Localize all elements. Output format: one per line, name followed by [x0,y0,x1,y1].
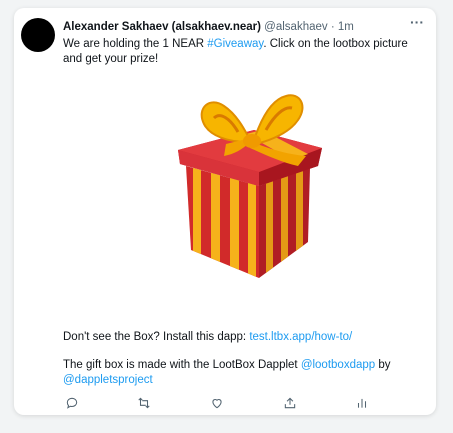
credit-prefix: The gift box is made with the LootBox Da… [63,359,301,371]
author-name[interactable]: Alexander Sakhaev (alsakhaev.near) [63,21,261,33]
tweet-time[interactable]: 1m [338,21,354,33]
analytics-icon[interactable] [353,394,371,412]
avatar[interactable] [21,18,55,52]
hashtag-link[interactable]: #Giveaway [207,38,263,50]
more-options-icon[interactable]: ··· [408,15,426,30]
install-link[interactable]: test.ltbx.app/how-to/ [249,331,352,343]
tweet-text-part1: We are holding the 1 NEAR [63,38,208,50]
credit-by: by [375,359,391,371]
reply-icon[interactable] [63,394,81,412]
author-handle[interactable]: @alsakhaev [264,21,327,33]
tweet-header: Alexander Sakhaev (alsakhaev.near) @alsa… [63,20,393,35]
dappletsproject-link[interactable]: @dappletsproject [63,374,153,386]
tweet-actions [63,394,373,412]
heart-icon[interactable] [208,394,226,412]
separator: · [330,21,335,33]
lootboxdapp-link[interactable]: @lootboxdapp [301,359,375,371]
credit-line: The gift box is made with the LootBox Da… [63,358,423,388]
retweet-icon[interactable] [135,394,153,412]
share-icon[interactable] [281,394,299,412]
lootbox-gift-image[interactable] [158,82,338,282]
gift-box-icon [178,94,322,278]
install-line: Don't see the Box? Install this dapp: te… [63,330,423,345]
install-prefix: Don't see the Box? Install this dapp: [63,331,250,343]
tweet-card[interactable]: Alexander Sakhaev (alsakhaev.near) @alsa… [14,8,436,415]
tweet-text: We are holding the 1 NEAR #Giveaway. Cli… [63,37,429,67]
